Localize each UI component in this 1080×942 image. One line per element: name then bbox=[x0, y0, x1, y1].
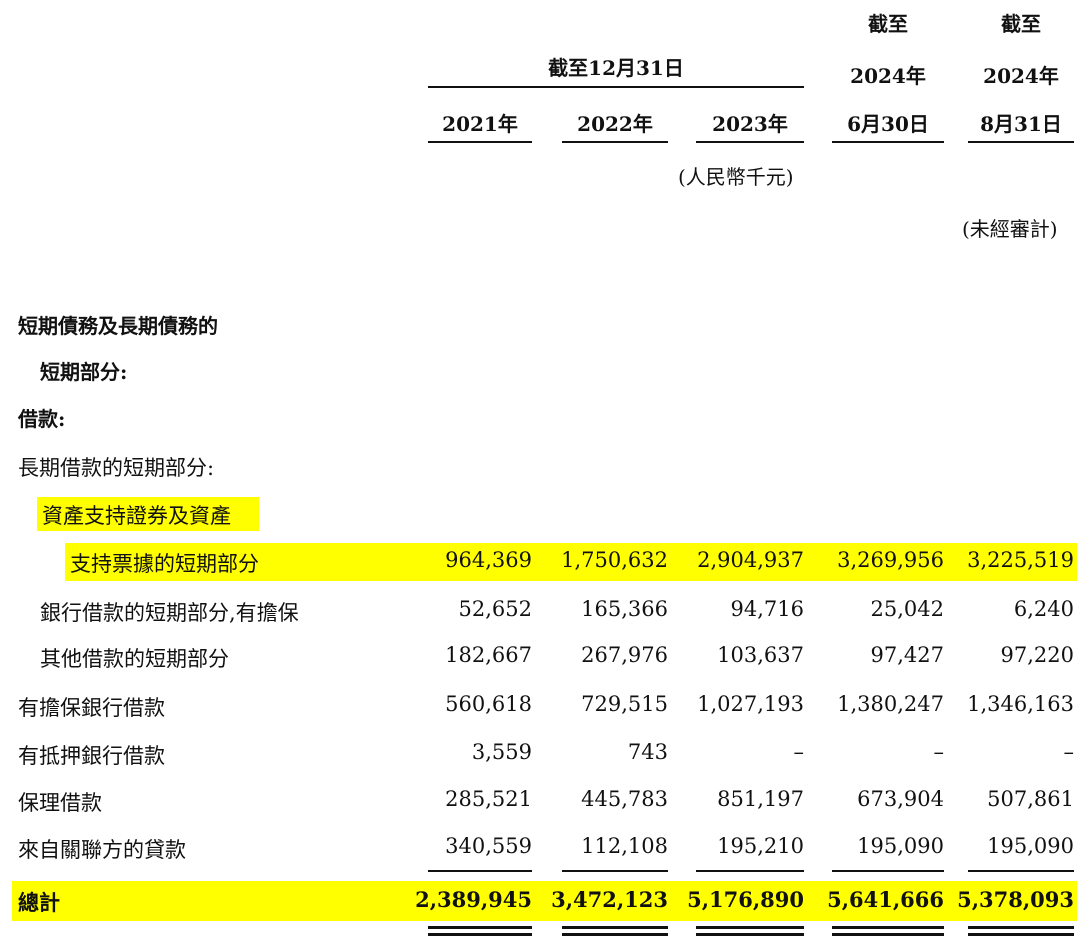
bank-secured-aug-value: 6,240 bbox=[1013, 597, 1074, 621]
abs-label-line1: 資產支持證券及資產 bbox=[42, 504, 231, 528]
abs-aug-value: 3,225,519 bbox=[967, 548, 1074, 572]
header-underline-aug bbox=[968, 141, 1074, 143]
header-underline-2021 bbox=[428, 141, 532, 143]
header-col-jun-line3: 6月30日 bbox=[847, 112, 929, 136]
other-loans-jun-value: 97,427 bbox=[870, 643, 944, 667]
mortgage-bank-aug-value: – bbox=[1063, 740, 1075, 764]
bank-secured-label: 銀行借款的短期部分,有擔保 bbox=[40, 601, 299, 625]
total-double-underline-2021-bottom bbox=[428, 933, 532, 936]
unit-note: (人民幣千元) bbox=[678, 165, 794, 189]
loans-heading: 借款: bbox=[18, 407, 66, 431]
header-col-aug-line2: 2024年 bbox=[983, 64, 1059, 88]
related-party-2022-value: 112,108 bbox=[581, 834, 668, 858]
factoring-2023-value: 851,197 bbox=[717, 787, 804, 811]
subtotal-underline-2022 bbox=[562, 870, 668, 872]
total-2023-value: 5,176,890 bbox=[687, 887, 804, 912]
factoring-2022-value: 445,783 bbox=[581, 787, 668, 811]
abs-2021-value: 964,369 bbox=[445, 548, 532, 572]
header-group-underline bbox=[428, 86, 804, 88]
mortgage-bank-label: 有抵押銀行借款 bbox=[18, 744, 165, 768]
abs-jun-value: 3,269,956 bbox=[837, 548, 944, 572]
total-double-underline-2023-top bbox=[696, 926, 804, 929]
other-loans-2021-value: 182,667 bbox=[445, 643, 532, 667]
total-2021-value: 2,389,945 bbox=[415, 887, 532, 912]
total-label: 總計 bbox=[18, 890, 60, 915]
subtotal-underline-jun bbox=[832, 870, 944, 872]
subtotal-underline-2021 bbox=[428, 870, 532, 872]
total-double-underline-2021-top bbox=[428, 926, 532, 929]
secured-bank-aug-value: 1,346,163 bbox=[967, 692, 1074, 716]
secured-bank-2023-value: 1,027,193 bbox=[697, 692, 804, 716]
factoring-2021-value: 285,521 bbox=[445, 787, 532, 811]
subtotal-underline-2023 bbox=[696, 870, 804, 872]
header-col-jun-line1: 截至 bbox=[868, 12, 908, 36]
total-double-underline-2023-bottom bbox=[696, 933, 804, 936]
other-loans-aug-value: 97,220 bbox=[1000, 643, 1074, 667]
header-col-aug-line3: 8月31日 bbox=[980, 112, 1062, 136]
secured-bank-label: 有擔保銀行借款 bbox=[18, 696, 165, 720]
bank-secured-jun-value: 25,042 bbox=[870, 597, 944, 621]
bank-secured-2021-value: 52,652 bbox=[458, 597, 532, 621]
abs-2023-value: 2,904,937 bbox=[697, 548, 804, 572]
mortgage-bank-jun-value: – bbox=[933, 740, 945, 764]
header-group-label: 截至12月31日 bbox=[548, 56, 684, 80]
mortgage-bank-2021-value: 3,559 bbox=[471, 740, 532, 764]
bank-secured-2022-value: 165,366 bbox=[581, 597, 668, 621]
total-double-underline-aug-top bbox=[968, 926, 1074, 929]
unaudited-note: (未經審計) bbox=[962, 217, 1058, 241]
factoring-jun-value: 673,904 bbox=[857, 787, 944, 811]
header-col-aug-line1: 截至 bbox=[1001, 12, 1041, 36]
total-double-underline-aug-bottom bbox=[968, 933, 1074, 936]
subtotal-underline-aug bbox=[968, 870, 1074, 872]
other-loans-2022-value: 267,976 bbox=[581, 643, 668, 667]
total-jun-value: 5,641,666 bbox=[827, 887, 944, 912]
factoring-label: 保理借款 bbox=[18, 791, 102, 815]
other-loans-2023-value: 103,637 bbox=[717, 643, 804, 667]
related-party-2023-value: 195,210 bbox=[717, 834, 804, 858]
abs-label-line2: 支持票據的短期部分 bbox=[70, 552, 259, 576]
section-title-line2: 短期部分: bbox=[40, 360, 128, 384]
related-party-2021-value: 340,559 bbox=[445, 834, 532, 858]
total-double-underline-2022-top bbox=[562, 926, 668, 929]
total-double-underline-2022-bottom bbox=[562, 933, 668, 936]
header-col-2021: 2021年 bbox=[442, 112, 518, 136]
abs-2022-value: 1,750,632 bbox=[561, 548, 668, 572]
total-double-underline-jun-bottom bbox=[832, 933, 944, 936]
other-loans-label: 其他借款的短期部分 bbox=[40, 647, 229, 671]
total-aug-value: 5,378,093 bbox=[957, 887, 1074, 912]
header-col-2022: 2022年 bbox=[577, 112, 653, 136]
secured-bank-jun-value: 1,380,247 bbox=[837, 692, 944, 716]
header-underline-2023 bbox=[696, 141, 804, 143]
related-party-label: 來自關聯方的貸款 bbox=[18, 838, 186, 862]
section-title-line1: 短期債務及長期債務的 bbox=[18, 314, 218, 338]
header-underline-2022 bbox=[562, 141, 668, 143]
mortgage-bank-2023-value: – bbox=[793, 740, 805, 764]
bank-secured-2023-value: 94,716 bbox=[730, 597, 804, 621]
related-party-aug-value: 195,090 bbox=[987, 834, 1074, 858]
header-col-jun-line2: 2024年 bbox=[850, 64, 926, 88]
header-underline-jun bbox=[832, 141, 944, 143]
total-double-underline-jun-top bbox=[832, 926, 944, 929]
secured-bank-2021-value: 560,618 bbox=[445, 692, 532, 716]
secured-bank-2022-value: 729,515 bbox=[581, 692, 668, 716]
related-party-jun-value: 195,090 bbox=[857, 834, 944, 858]
total-2022-value: 3,472,123 bbox=[551, 887, 668, 912]
header-col-2023: 2023年 bbox=[712, 112, 788, 136]
mortgage-bank-2022-value: 743 bbox=[627, 740, 668, 764]
long-term-current-heading: 長期借款的短期部分: bbox=[18, 456, 215, 480]
factoring-aug-value: 507,861 bbox=[987, 787, 1074, 811]
